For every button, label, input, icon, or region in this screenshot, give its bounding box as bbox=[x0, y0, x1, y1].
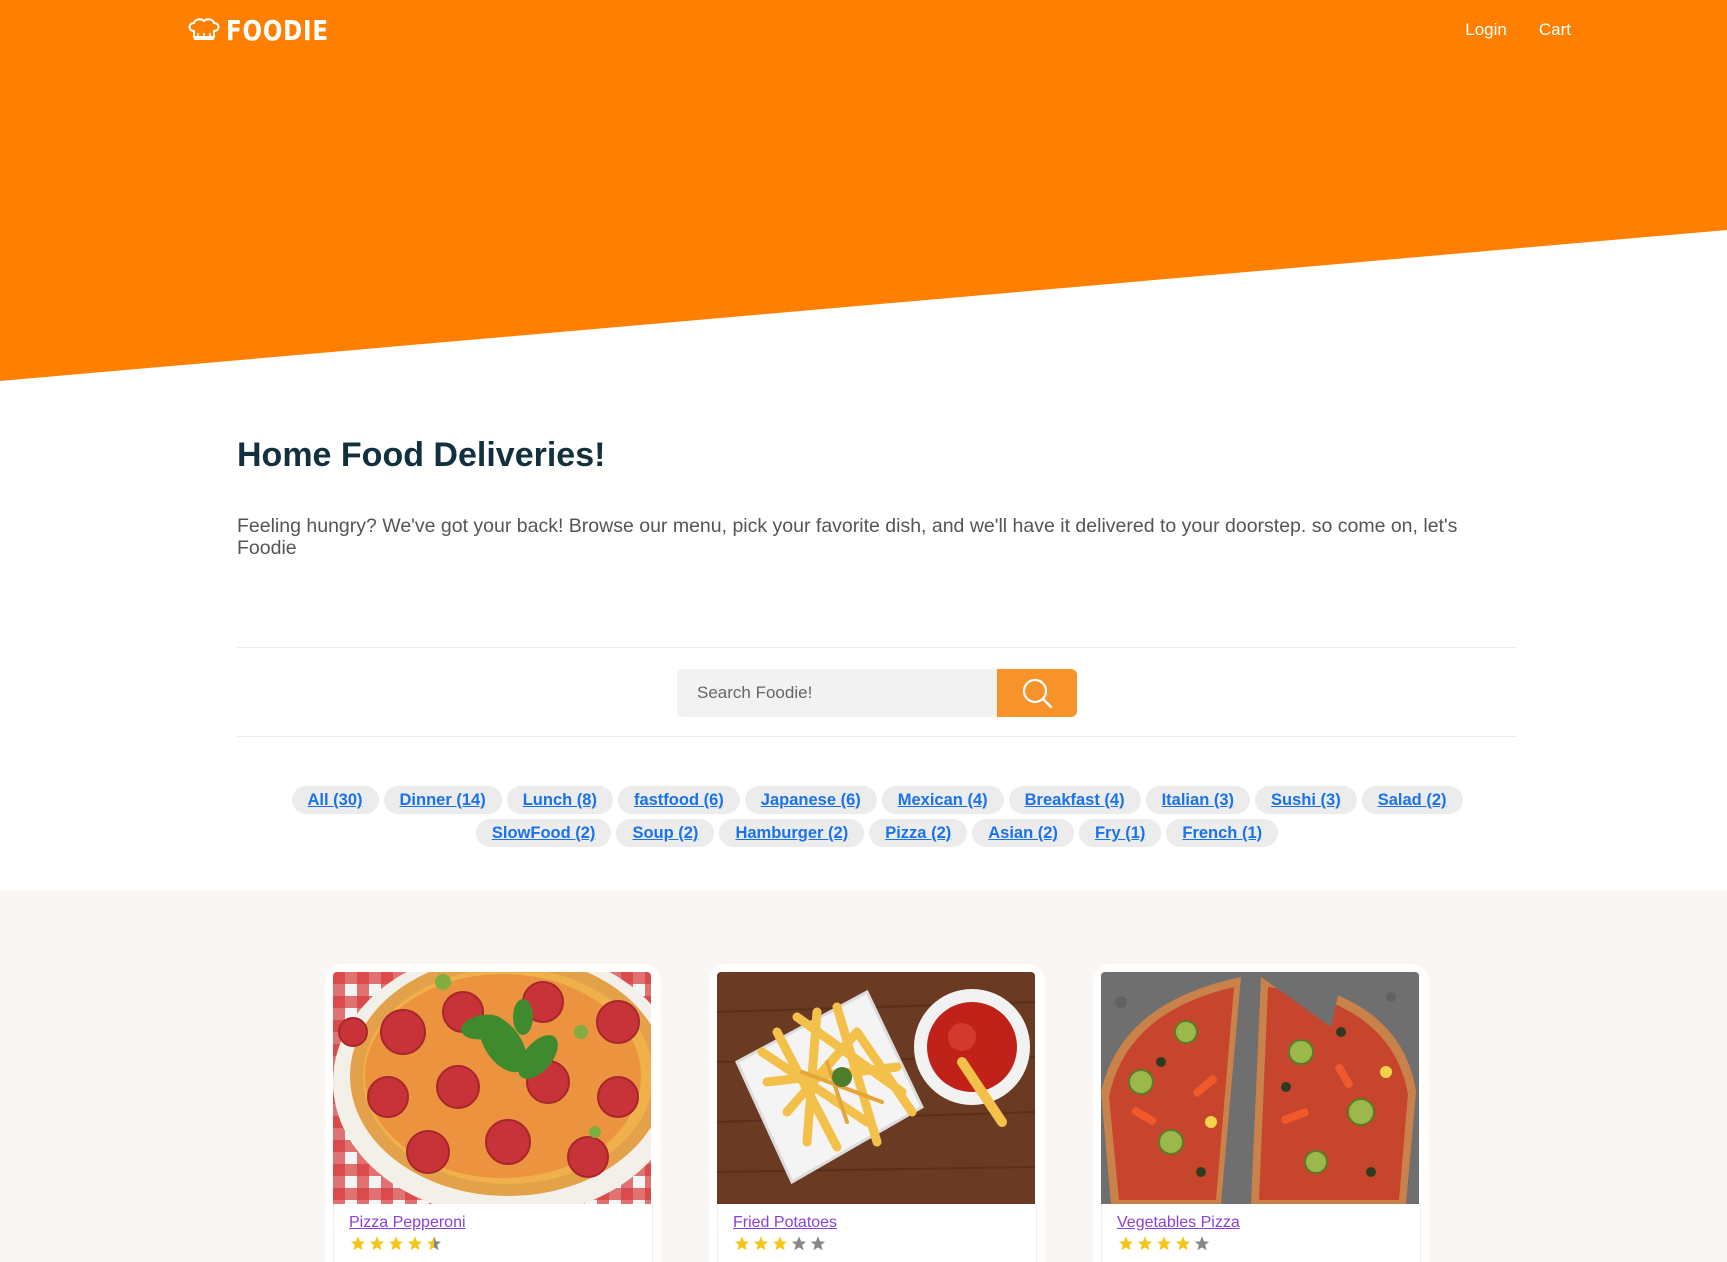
star-icon bbox=[753, 1236, 769, 1251]
tag-sushi[interactable]: Sushi (3) bbox=[1255, 786, 1357, 814]
login-link[interactable]: Login bbox=[1465, 20, 1507, 40]
rating-stars bbox=[733, 1235, 1021, 1252]
search-button[interactable] bbox=[997, 669, 1077, 717]
food-card-body: Pizza Pepperoni bbox=[333, 1204, 653, 1262]
star-icon bbox=[1137, 1236, 1153, 1251]
chef-hat-icon bbox=[188, 17, 220, 40]
star-empty-icon bbox=[791, 1236, 807, 1251]
french-fries-image[interactable] bbox=[717, 972, 1035, 1204]
tag-fastfood[interactable]: fastfood (6) bbox=[617, 786, 740, 814]
star-icon bbox=[1175, 1236, 1191, 1251]
food-card[interactable]: Vegetables Pizza bbox=[1093, 964, 1429, 1262]
intro-section: Home Food Deliveries! Feeling hungry? We… bbox=[237, 436, 1517, 559]
intro-description: Feeling hungry? We've got your back! Bro… bbox=[237, 515, 1458, 559]
tag-asian[interactable]: Asian (2) bbox=[972, 819, 1074, 847]
star-icon bbox=[734, 1236, 750, 1251]
star-icon bbox=[1156, 1236, 1172, 1251]
tag-row: SlowFood (2) Soup (2) Hamburger (2) Pizz… bbox=[475, 819, 1279, 847]
food-card-body: Vegetables Pizza bbox=[1101, 1204, 1421, 1262]
tag-soup[interactable]: Soup (2) bbox=[616, 819, 715, 847]
star-icon bbox=[350, 1236, 366, 1251]
tag-all[interactable]: All (30) bbox=[291, 786, 379, 814]
logo-text: FOODIE bbox=[226, 14, 329, 47]
food-card[interactable]: Pizza Pepperoni bbox=[325, 964, 661, 1262]
cart-link[interactable]: Cart bbox=[1539, 20, 1571, 40]
food-list: Pizza Pepperoni Fried Potatoes Vegetable… bbox=[0, 891, 1727, 1262]
tag-salad[interactable]: Salad (2) bbox=[1361, 786, 1463, 814]
tag-dinner[interactable]: Dinner (14) bbox=[383, 786, 502, 814]
tag-french[interactable]: French (1) bbox=[1166, 819, 1279, 847]
tag-italian[interactable]: Italian (3) bbox=[1145, 786, 1251, 814]
tag-hamburger[interactable]: Hamburger (2) bbox=[719, 819, 865, 847]
pepperoni-pizza-image[interactable] bbox=[333, 972, 651, 1204]
tag-japanese[interactable]: Japanese (6) bbox=[744, 786, 877, 814]
rating-stars bbox=[1117, 1235, 1405, 1252]
search-icon bbox=[1022, 678, 1053, 709]
food-card-body: Fried Potatoes bbox=[717, 1204, 1037, 1262]
star-icon bbox=[388, 1236, 404, 1251]
tag-lunch[interactable]: Lunch (8) bbox=[506, 786, 613, 814]
star-icon bbox=[772, 1236, 788, 1251]
search-input[interactable] bbox=[677, 669, 997, 717]
star-empty-icon bbox=[810, 1236, 826, 1251]
tag-row: All (30) Dinner (14) Lunch (8) fastfood … bbox=[291, 786, 1463, 814]
half-star-icon bbox=[426, 1236, 442, 1251]
food-name-link[interactable]: Vegetables Pizza bbox=[1117, 1214, 1240, 1232]
star-icon bbox=[407, 1236, 423, 1251]
star-empty-icon bbox=[1194, 1236, 1210, 1251]
food-name-link[interactable]: Pizza Pepperoni bbox=[349, 1214, 466, 1232]
star-icon bbox=[1118, 1236, 1134, 1251]
rating-stars bbox=[349, 1235, 637, 1252]
tag-fry[interactable]: Fry (1) bbox=[1078, 819, 1162, 847]
category-tags: All (30) Dinner (14) Lunch (8) fastfood … bbox=[237, 786, 1517, 847]
tag-pizza[interactable]: Pizza (2) bbox=[869, 819, 968, 847]
main-nav: Login Cart bbox=[1465, 20, 1571, 40]
top-nav-bar: FOODIE Login Cart bbox=[0, 0, 1727, 60]
food-name-link[interactable]: Fried Potatoes bbox=[733, 1214, 837, 1232]
search-section bbox=[237, 647, 1517, 737]
star-icon bbox=[369, 1236, 385, 1251]
search-bar bbox=[677, 669, 1077, 717]
tag-slowfood[interactable]: SlowFood (2) bbox=[475, 819, 612, 847]
vegetable-pizza-image[interactable] bbox=[1101, 972, 1419, 1204]
tag-mexican[interactable]: Mexican (4) bbox=[881, 786, 1004, 814]
logo[interactable]: FOODIE bbox=[186, 14, 352, 47]
food-card[interactable]: Fried Potatoes bbox=[709, 964, 1045, 1262]
page-title: Home Food Deliveries! bbox=[237, 436, 606, 474]
tag-breakfast[interactable]: Breakfast (4) bbox=[1008, 786, 1141, 814]
